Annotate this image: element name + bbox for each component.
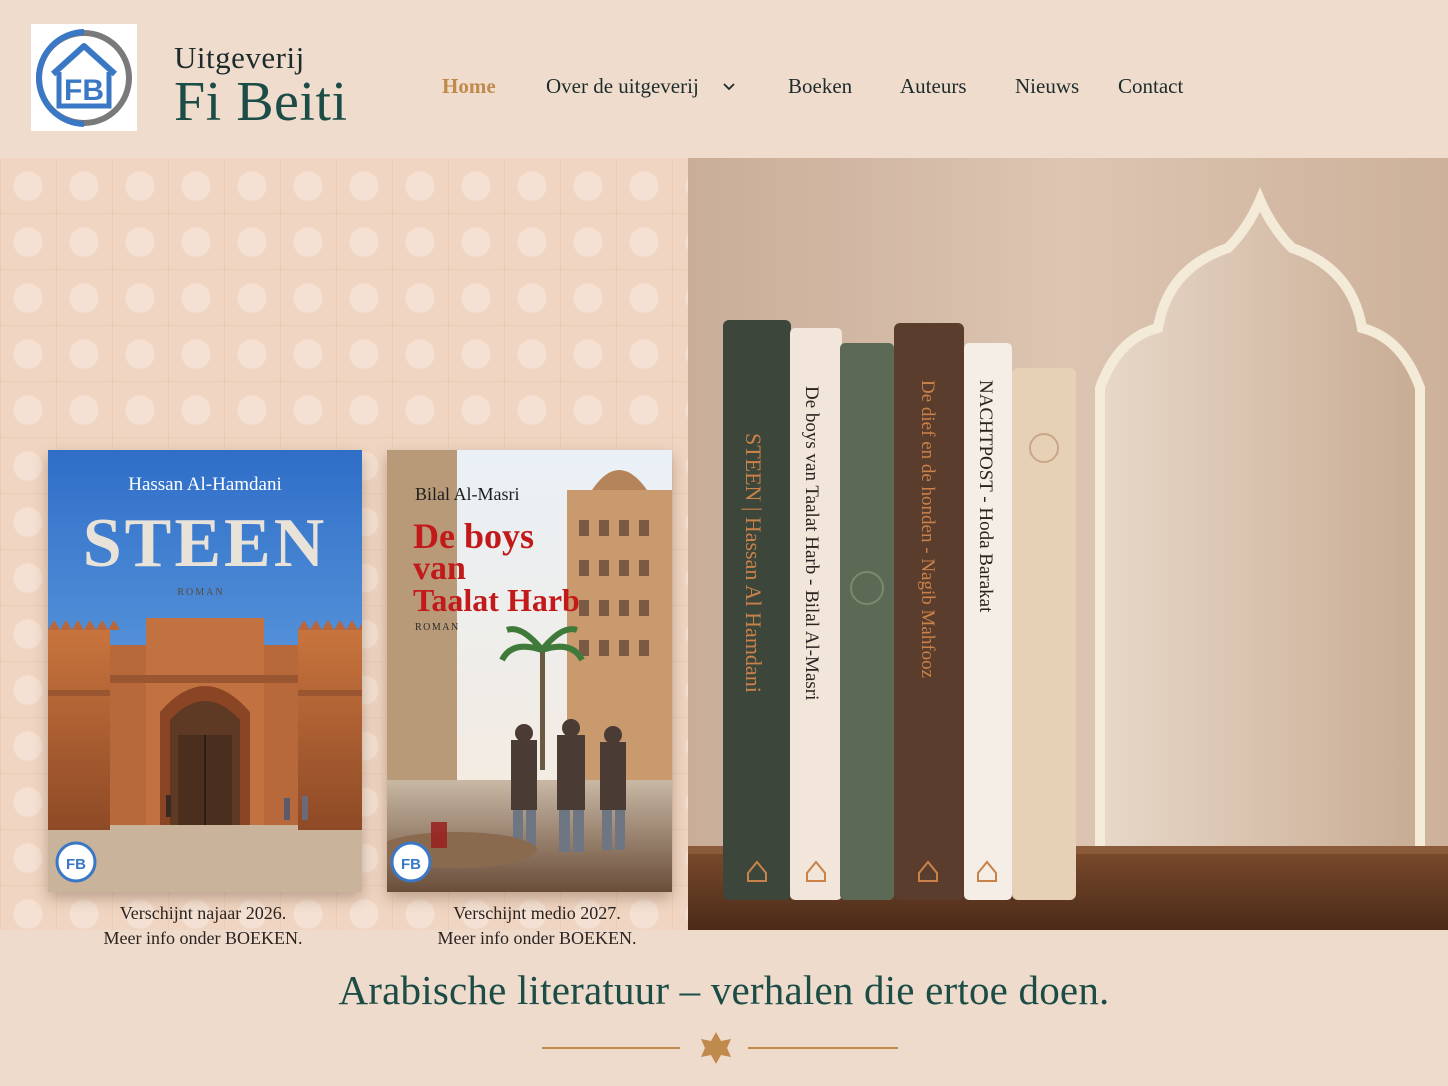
tagline: Arabische literatuur – verhalen die erto… <box>338 967 1110 1013</box>
brand-title[interactable]: Fi Beiti <box>174 70 348 134</box>
spine-plain-green[interactable] <box>840 343 894 900</box>
caption-line: Verschijnt najaar 2026. <box>119 903 287 923</box>
nav-contact[interactable]: Contact <box>1118 74 1183 99</box>
book-cover-steen[interactable]: Hassan Al-Hamdani STEEN ROMAN FB <box>48 450 362 892</box>
cover-boys-title-3: Taalat Harb <box>413 582 580 618</box>
book-cover-steen-image: Hassan Al-Hamdani STEEN ROMAN FB <box>48 450 362 892</box>
site-header: FB Uitgeverij Fi Beiti Home Over de uitg… <box>0 0 1448 158</box>
house-logo-icon: FB <box>35 29 132 127</box>
book-cover-de-boys[interactable]: Bilal Al-Masri De boys van Taalat Harb R… <box>387 450 672 892</box>
spine-de-boys-label: De boys van Taalat Harb - Bilal Al-Masri <box>801 386 822 700</box>
chevron-down-icon[interactable] <box>720 78 738 96</box>
book-cover-de-boys-image: Bilal Al-Masri De boys van Taalat Harb R… <box>387 450 672 892</box>
cover-steen-caption: Verschijnt najaar 2026. Meer info onder … <box>48 901 358 951</box>
bookshelf-image: STEEN | Hassan Al Hamdani De boys van Ta… <box>688 158 1448 930</box>
spine-de-dief-label: De dief en de honden - Nagib Mahfooz <box>917 380 938 678</box>
cover-steen-title: STEEN <box>83 505 328 582</box>
svg-text:FB: FB <box>64 74 104 107</box>
nav-nieuws[interactable]: Nieuws <box>1015 74 1079 99</box>
logo[interactable]: FB <box>31 24 137 131</box>
caption-line: Verschijnt medio 2027. <box>453 903 621 923</box>
cover-boys-genre: ROMAN <box>415 622 460 633</box>
spine-nachtpost-label: NACHTPOST - Hoda Barakat <box>975 380 996 613</box>
spine-plain-cream[interactable] <box>1012 368 1076 900</box>
nav-boeken[interactable]: Boeken <box>788 74 852 99</box>
nav-home[interactable]: Home <box>442 74 496 99</box>
caption-line: Meer info onder BOEKEN. <box>437 928 637 948</box>
cover-boys-caption: Verschijnt medio 2027. Meer info onder B… <box>387 901 687 951</box>
spine-steen-label: STEEN | Hassan Al Hamdani <box>741 433 766 693</box>
svg-text:FB: FB <box>66 856 86 873</box>
cover-steen-author: Hassan Al-Hamdani <box>128 474 282 495</box>
nav-auteurs[interactable]: Auteurs <box>900 74 967 99</box>
cover-steen-genre: ROMAN <box>177 587 224 598</box>
caption-line: Meer info onder BOEKEN. <box>103 928 303 948</box>
svg-text:FB: FB <box>401 856 421 873</box>
nav-over-de-uitgeverij[interactable]: Over de uitgeverij <box>546 74 699 99</box>
star-divider-icon <box>542 1032 898 1064</box>
cover-boys-author: Bilal Al-Masri <box>415 484 520 504</box>
